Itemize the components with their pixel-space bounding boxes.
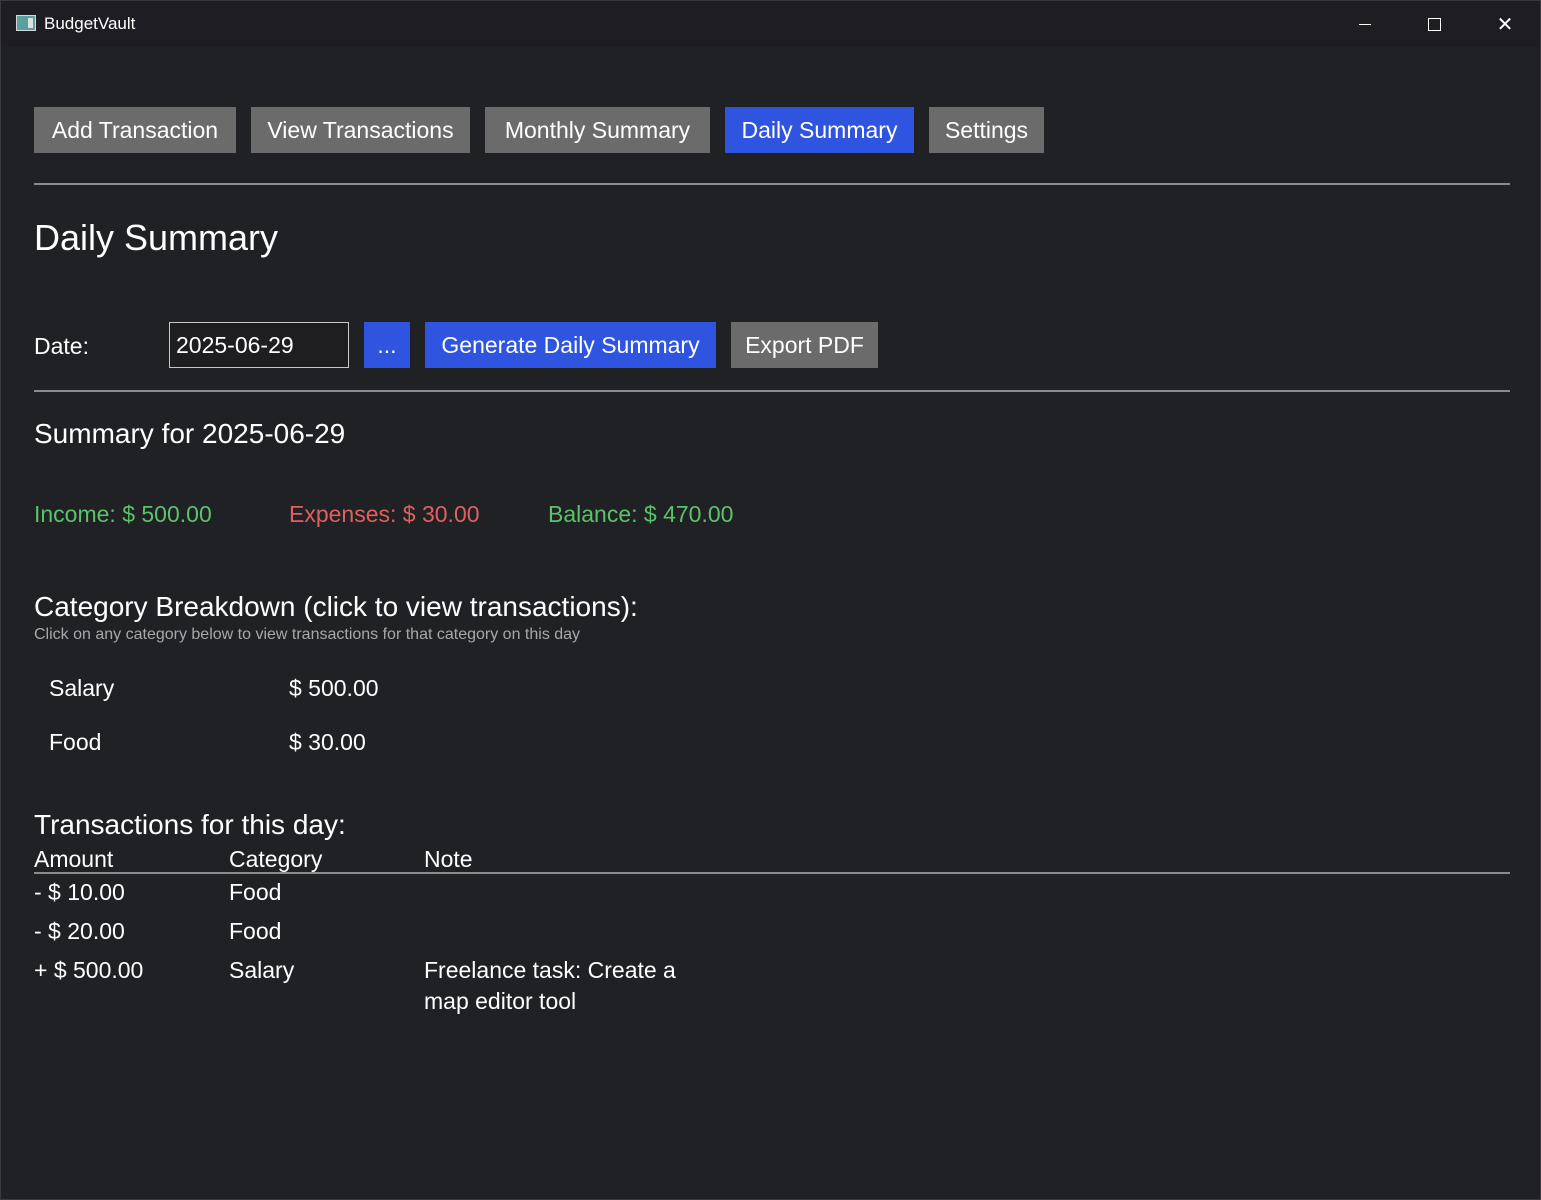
tab-monthly-summary[interactable]: Monthly Summary: [485, 107, 710, 153]
maximize-button[interactable]: [1399, 1, 1469, 47]
transaction-category: Food: [229, 918, 282, 944]
category-amount: $ 500.00: [289, 675, 379, 701]
transaction-note: Freelance task: Create a map editor tool: [424, 957, 676, 1014]
export-pdf-button[interactable]: Export PDF: [731, 322, 878, 368]
category-row-salary[interactable]: Salary $ 500.00: [34, 667, 634, 709]
maximize-icon: [1427, 17, 1441, 31]
column-header-category: Category: [229, 846, 323, 872]
income-total: Income: $ 500.00: [34, 501, 212, 527]
tab-settings[interactable]: Settings: [929, 107, 1044, 153]
date-input[interactable]: [169, 322, 349, 368]
balance-total: Balance: $ 470.00: [548, 501, 734, 527]
date-browse-button[interactable]: ...: [364, 322, 410, 368]
transaction-amount: - $ 10.00: [34, 879, 125, 905]
app-window: BudgetVault ✕ Add Transaction View Trans…: [0, 0, 1541, 1200]
tab-add-transaction[interactable]: Add Transaction: [34, 107, 236, 153]
category-row-food[interactable]: Food $ 30.00: [34, 721, 634, 763]
column-header-note: Note: [424, 846, 473, 872]
generate-daily-summary-button[interactable]: Generate Daily Summary: [425, 322, 716, 368]
tabs-divider: [34, 183, 1510, 185]
category-breakdown-hint: Click on any category below to view tran…: [34, 626, 581, 643]
minimize-button[interactable]: [1330, 1, 1400, 47]
transaction-category: Food: [229, 879, 282, 905]
close-icon: ✕: [1496, 13, 1514, 36]
column-header-amount: Amount: [34, 846, 114, 872]
controls-divider: [34, 390, 1510, 392]
summary-heading: Summary for 2025-06-29: [34, 418, 346, 449]
window-title: BudgetVault: [44, 14, 136, 33]
transaction-category: Salary: [229, 957, 295, 983]
category-name: Salary: [49, 675, 115, 701]
category-breakdown-heading: Category Breakdown (click to view transa…: [34, 591, 638, 622]
date-label: Date:: [34, 333, 89, 359]
page-title: Daily Summary: [34, 217, 279, 258]
transaction-amount: + $ 500.00: [34, 957, 144, 983]
tab-daily-summary[interactable]: Daily Summary: [725, 107, 914, 153]
tab-view-transactions[interactable]: View Transactions: [251, 107, 470, 153]
category-name: Food: [49, 729, 102, 755]
category-amount: $ 30.00: [289, 729, 366, 755]
transaction-amount: - $ 20.00: [34, 918, 125, 944]
title-bar: BudgetVault ✕: [1, 1, 1540, 47]
close-button[interactable]: ✕: [1470, 1, 1540, 47]
table-header-divider: [34, 872, 1510, 874]
expenses-total: Expenses: $ 30.00: [289, 501, 480, 527]
minimize-icon: [1359, 23, 1371, 25]
transactions-heading: Transactions for this day:: [34, 809, 346, 840]
app-icon: [16, 15, 36, 31]
